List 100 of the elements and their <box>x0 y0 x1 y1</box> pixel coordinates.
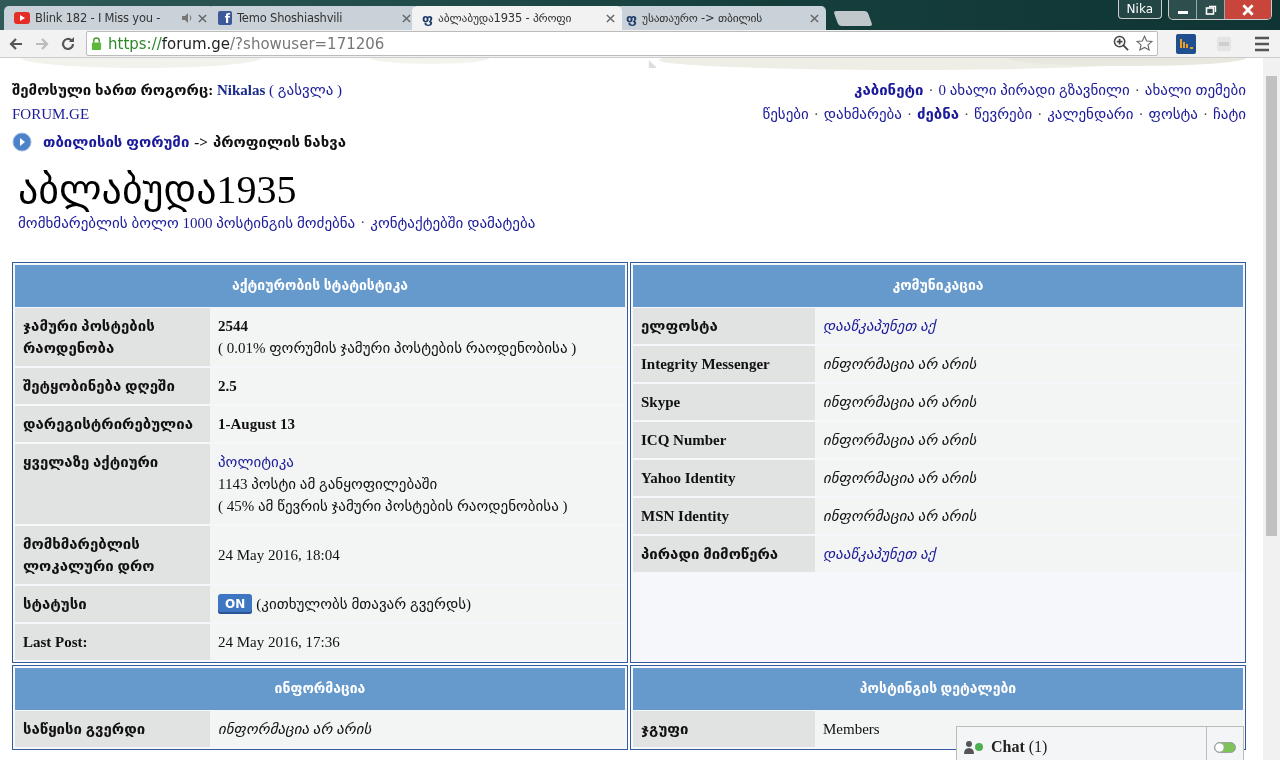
panel-header: აქტიურობის სტატისტიკა <box>15 265 625 307</box>
separator: · <box>928 81 934 100</box>
field-value: 1143 პოსტი ამ განყოფილებაში <box>218 475 439 494</box>
chat-widget[interactable]: Chat (1) <box>956 726 1244 760</box>
username-link[interactable]: Nikalas <box>216 82 266 98</box>
nav-link[interactable]: წესები <box>762 102 809 126</box>
field-value: ( 45% ამ წევრის ჯამური პოსტების რაოდენობისა ) <box>218 497 569 516</box>
panel-header: კომუნიკაცია <box>633 265 1243 307</box>
status-badge: ON <box>218 594 253 614</box>
field-value: ინფორმაცია არ არის <box>823 431 978 450</box>
user-online-icon <box>963 740 985 754</box>
minimize-button[interactable] <box>1169 0 1197 19</box>
scrollbar[interactable] <box>1263 58 1280 760</box>
minimize-icon <box>1177 10 1188 14</box>
header-link[interactable]: 0 ახალი პირადი გზავნილი <box>938 78 1130 102</box>
maximize-icon <box>1204 4 1217 15</box>
field-label: ჯამური პოსტების რაოდენობა <box>15 308 210 366</box>
chat-label: Chat (1) <box>991 738 1048 756</box>
profile-action-link[interactable]: კონტაქტებში დამატება <box>370 214 536 232</box>
tab-favicon: ფ <box>626 11 638 25</box>
separator: · <box>813 105 819 124</box>
click-here-link[interactable]: დააწკაპუნეთ აქ <box>823 546 936 562</box>
profile-action-link[interactable]: მომხმარებლის ბოლო 1000 პოსტინგის მოძებნა <box>18 214 356 232</box>
nav-link[interactable]: ჩატი <box>1212 102 1246 126</box>
separator: · <box>1037 105 1043 124</box>
tab-favicon: ფ <box>422 11 434 25</box>
new-tab-button[interactable] <box>833 11 873 26</box>
field-label: ჯგუფი <box>633 711 815 747</box>
login-label: შემოსული ხართ როგორც: <box>12 82 214 98</box>
forum-link[interactable]: პოლიტიკა <box>218 454 294 470</box>
field-value: ინფორმაცია არ არის <box>823 507 978 526</box>
separator: · <box>360 214 366 232</box>
close-icon <box>1241 3 1255 16</box>
tab-title: Blink 182 - I Miss you - <box>35 11 162 25</box>
zoom-icon[interactable] <box>1113 35 1130 52</box>
close-icon[interactable] <box>606 13 615 23</box>
field-label: MSN Identity <box>633 498 815 534</box>
field-value: ინფორმაცია არ არის <box>218 720 373 739</box>
nav-link[interactable]: კალენდარი <box>1047 102 1134 126</box>
close-icon[interactable] <box>810 13 819 23</box>
star-icon[interactable] <box>1136 35 1153 52</box>
field-label: ICQ Number <box>633 422 815 458</box>
separator: · <box>906 105 912 124</box>
toggle-icon[interactable] <box>1214 741 1236 753</box>
field-label: პირადი მიმოწერა <box>633 536 815 572</box>
lock-icon <box>91 37 102 50</box>
tab-title: აბლაბუდა1935 - პროფი <box>438 11 573 25</box>
field-label: Yahoo Identity <box>633 460 815 496</box>
site-name: FORUM.GE <box>12 105 91 124</box>
reload-icon[interactable] <box>60 35 76 52</box>
field-label: სტატუსი <box>15 586 210 622</box>
panel-header: ინფორმაცია <box>15 668 625 710</box>
close-icon[interactable] <box>198 13 207 23</box>
separator: · <box>964 105 970 124</box>
nav-link[interactable]: წევრები <box>974 102 1033 126</box>
separator: · <box>1134 81 1140 100</box>
field-label: საწყისი გვერდი <box>15 711 210 747</box>
maximize-button[interactable] <box>1197 0 1225 19</box>
field-label: ყველაზე აქტიური <box>15 444 210 524</box>
field-label: შეტყობინება დღეში <box>15 368 210 404</box>
field-value: 24 May 2016, 18:04 <box>218 546 341 565</box>
field-value: 2.5 <box>218 377 238 396</box>
play-icon <box>12 132 32 152</box>
breadcrumb-current: პროფილის ნახვა <box>212 133 346 151</box>
video-play-icon <box>14 12 30 24</box>
profile-button[interactable]: Nika <box>1117 0 1162 19</box>
browser-tab[interactable]: ფ აბლაბუდა1935 - პროფი <box>412 6 622 30</box>
breadcrumb-link[interactable]: თბილისის ფორუმი <box>43 133 190 151</box>
breadcrumb-separator: -> <box>194 133 208 151</box>
field-value: ინფორმაცია არ არის <box>823 393 978 412</box>
field-value: ინფორმაცია არ არის <box>823 355 978 374</box>
field-value: ინფორმაცია არ არის <box>823 469 978 488</box>
nav-link[interactable]: დახმარება <box>823 102 902 126</box>
field-value: 24 May 2016, 17:36 <box>218 633 341 652</box>
logout-link[interactable]: ( გასვლა ) <box>269 82 342 98</box>
close-icon[interactable] <box>402 13 411 23</box>
close-button[interactable] <box>1225 0 1271 19</box>
profile-name: აბლაბუდა1935 <box>18 166 298 214</box>
nav-link[interactable]: ძებნა <box>916 102 960 126</box>
field-value: Members <box>823 720 881 739</box>
header-link[interactable]: ახალი თემები <box>1144 78 1246 102</box>
nav-link[interactable]: ფოსტა <box>1148 102 1198 126</box>
field-label: ელფოსტა <box>633 308 815 344</box>
status-text: (კითხულობს მთავარ გვერდს) <box>256 595 471 614</box>
separator: · <box>1202 105 1208 124</box>
field-label: Skype <box>633 384 815 420</box>
field-label: მომხმარებლის ლოკალური დრო <box>15 526 210 584</box>
field-value: 1-August 13 <box>218 415 297 434</box>
back-icon[interactable] <box>8 35 24 52</box>
tab-title: Temo Shoshiashvili <box>237 11 344 25</box>
field-value: 2544 <box>218 317 249 336</box>
field-label: Last Post: <box>15 624 210 660</box>
separator: · <box>1138 105 1144 124</box>
panel-header: პოსტინგის დეტალები <box>633 668 1243 710</box>
address-bar[interactable]: https://forum.ge/?showuser=171206 <box>86 31 1158 56</box>
field-value: ( 0.01% ფორუმის ჯამური პოსტების რაოდენობისა ) <box>218 339 578 358</box>
click-here-link[interactable]: დააწკაპუნეთ აქ <box>823 318 936 334</box>
bar-chart-icon[interactable] <box>1176 33 1196 54</box>
field-label: დარეგისტრირებულია <box>15 406 210 442</box>
header-link[interactable]: კაბინეტი <box>854 78 924 102</box>
